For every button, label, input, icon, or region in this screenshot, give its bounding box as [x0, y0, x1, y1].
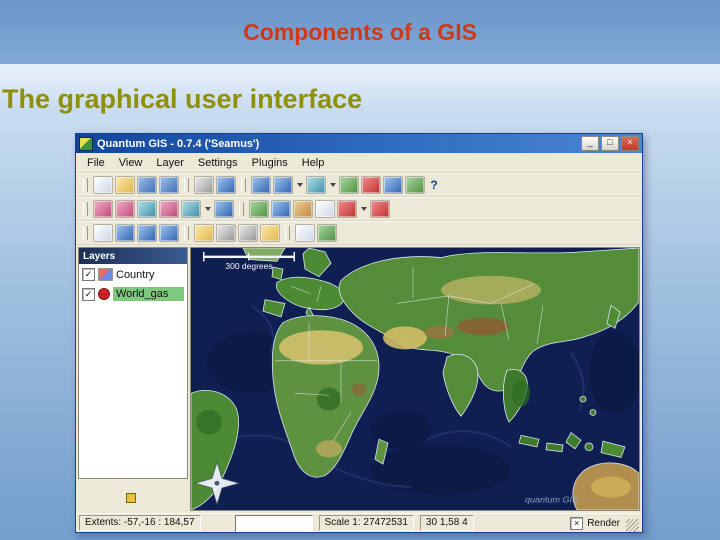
menu-file[interactable]: File — [80, 155, 112, 171]
toolbar-handle[interactable] — [184, 178, 189, 192]
copy-icon[interactable] — [238, 224, 258, 242]
toolbar-handle[interactable] — [239, 202, 244, 216]
capture-line-icon[interactable] — [137, 224, 157, 242]
map-canvas[interactable]: 300 degrees quantum GIS — [190, 247, 640, 511]
window-titlebar[interactable]: Quantum GIS - 0.7.4 ('Seamus') _ □ × — [76, 134, 642, 153]
render-toggle[interactable]: × Render — [570, 516, 620, 530]
zoom-full-icon[interactable] — [137, 200, 157, 218]
layers-panel-header: Layers — [79, 248, 187, 264]
maximize-button[interactable]: □ — [601, 136, 619, 151]
save-project-as-icon[interactable] — [159, 176, 179, 194]
menu-help[interactable]: Help — [295, 155, 332, 171]
capture-point-icon[interactable] — [115, 224, 135, 242]
toolbar-digitizing — [76, 221, 642, 245]
toolbar-handle[interactable] — [83, 226, 88, 240]
dropdown-arrow-icon[interactable] — [328, 177, 337, 193]
select-features-icon[interactable] — [293, 200, 313, 218]
measure-line-icon[interactable] — [337, 200, 357, 218]
scale-display: Scale 1: 27472531 — [318, 515, 414, 531]
map-watermark: quantum GIS — [525, 495, 578, 505]
slide-header-band: Components of a GIS — [0, 0, 720, 64]
slide-subtitle: The graphical user interface — [2, 84, 363, 114]
print-icon[interactable] — [194, 176, 214, 194]
layer-visibility-checkbox[interactable]: ✓ — [82, 268, 95, 281]
attribute-table-icon[interactable] — [315, 200, 335, 218]
zoom-in-icon[interactable] — [93, 200, 113, 218]
layer-label[interactable]: World_gas — [113, 287, 185, 301]
toolbar-handle[interactable] — [241, 178, 246, 192]
dropdown-arrow-icon[interactable] — [295, 177, 304, 193]
qgis-window: Quantum GIS - 0.7.4 ('Seamus') _ □ × Fil… — [75, 133, 643, 533]
show-all-layers-icon[interactable] — [405, 176, 425, 194]
left-column: Layers ✓ Country ✓ World_gas — [78, 247, 188, 511]
add-to-overview-icon[interactable] — [383, 176, 403, 194]
dropdown-arrow-icon[interactable] — [359, 201, 368, 217]
north-arrow-icon[interactable] — [295, 224, 315, 242]
zoom-last-icon[interactable] — [214, 200, 234, 218]
add-vector-layer-icon[interactable] — [251, 176, 271, 194]
export-image-icon[interactable] — [216, 176, 236, 194]
minimize-button[interactable]: _ — [581, 136, 599, 151]
zoom-out-icon[interactable] — [115, 200, 135, 218]
paste-icon[interactable] — [260, 224, 280, 242]
zoom-layer-icon[interactable] — [181, 200, 201, 218]
measure-area-icon[interactable] — [370, 200, 390, 218]
layers-panel: Layers ✓ Country ✓ World_gas — [78, 247, 188, 479]
window-controls: _ □ × — [581, 136, 639, 151]
menu-plugins[interactable]: Plugins — [245, 155, 295, 171]
layer-item-country[interactable]: ✓ Country — [79, 264, 187, 283]
toggle-editing-icon[interactable] — [194, 224, 214, 242]
new-project-icon[interactable] — [93, 176, 113, 194]
qgis-logo-icon — [79, 136, 93, 151]
zoom-selection-icon[interactable] — [159, 200, 179, 218]
close-button[interactable]: × — [621, 136, 639, 151]
world-map: 300 degrees quantum GIS — [191, 248, 639, 510]
add-postgis-layer-icon[interactable] — [306, 176, 326, 194]
menu-layer[interactable]: Layer — [149, 155, 191, 171]
render-label: Render — [587, 517, 620, 529]
window-title: Quantum GIS - 0.7.4 ('Seamus') — [97, 137, 260, 150]
resize-grip[interactable] — [626, 519, 639, 532]
render-checkbox[interactable]: × — [570, 516, 584, 530]
toolbar-file: ? — [76, 173, 642, 197]
scalebar-icon[interactable] — [317, 224, 337, 242]
toolbar-handle[interactable] — [285, 226, 290, 240]
layer-label[interactable]: Country — [116, 269, 155, 281]
toolbar-handle[interactable] — [83, 178, 88, 192]
capture-polygon-icon[interactable] — [159, 224, 179, 242]
save-project-icon[interactable] — [137, 176, 157, 194]
new-vector-layer-icon[interactable] — [339, 176, 359, 194]
toolbar-handle[interactable] — [83, 202, 88, 216]
add-raster-layer-icon[interactable] — [273, 176, 293, 194]
dropdown-arrow-icon[interactable] — [203, 201, 212, 217]
extents-display: Extents: -57,-16 : 184,57 — [79, 515, 201, 531]
remove-layer-icon[interactable] — [361, 176, 381, 194]
toolbar-navigation — [76, 197, 642, 221]
slide-title: Components of a GIS — [243, 18, 477, 45]
layer-symbol-icon — [98, 288, 110, 300]
pan-icon[interactable] — [93, 224, 113, 242]
slide-background: Components of a GIS The graphical user i… — [0, 0, 720, 540]
toolbar-handle[interactable] — [184, 226, 189, 240]
scalebar-label: 300 degrees — [225, 261, 272, 271]
coordinate-display: 30 1,58 4 — [419, 515, 474, 531]
unknown-marker-icon — [126, 493, 136, 503]
menu-settings[interactable]: Settings — [191, 155, 245, 171]
layer-symbol-icon — [98, 268, 113, 281]
identify-icon[interactable] — [271, 200, 291, 218]
help-icon[interactable]: ? — [427, 177, 441, 193]
open-project-icon[interactable] — [115, 176, 135, 194]
status-bar: Extents: -57,-16 : 184,57 Scale 1: 27472… — [76, 513, 642, 532]
menu-bar: File View Layer Settings Plugins Help — [76, 153, 642, 173]
layer-visibility-checkbox[interactable]: ✓ — [82, 287, 95, 301]
layer-item-world-gas[interactable]: ✓ World_gas — [79, 283, 187, 303]
cut-icon[interactable] — [216, 224, 236, 242]
window-content: Layers ✓ Country ✓ World_gas 300 degrees… — [76, 245, 642, 513]
coordinate-input[interactable] — [234, 514, 313, 532]
refresh-icon[interactable] — [249, 200, 269, 218]
menu-view[interactable]: View — [112, 155, 150, 171]
